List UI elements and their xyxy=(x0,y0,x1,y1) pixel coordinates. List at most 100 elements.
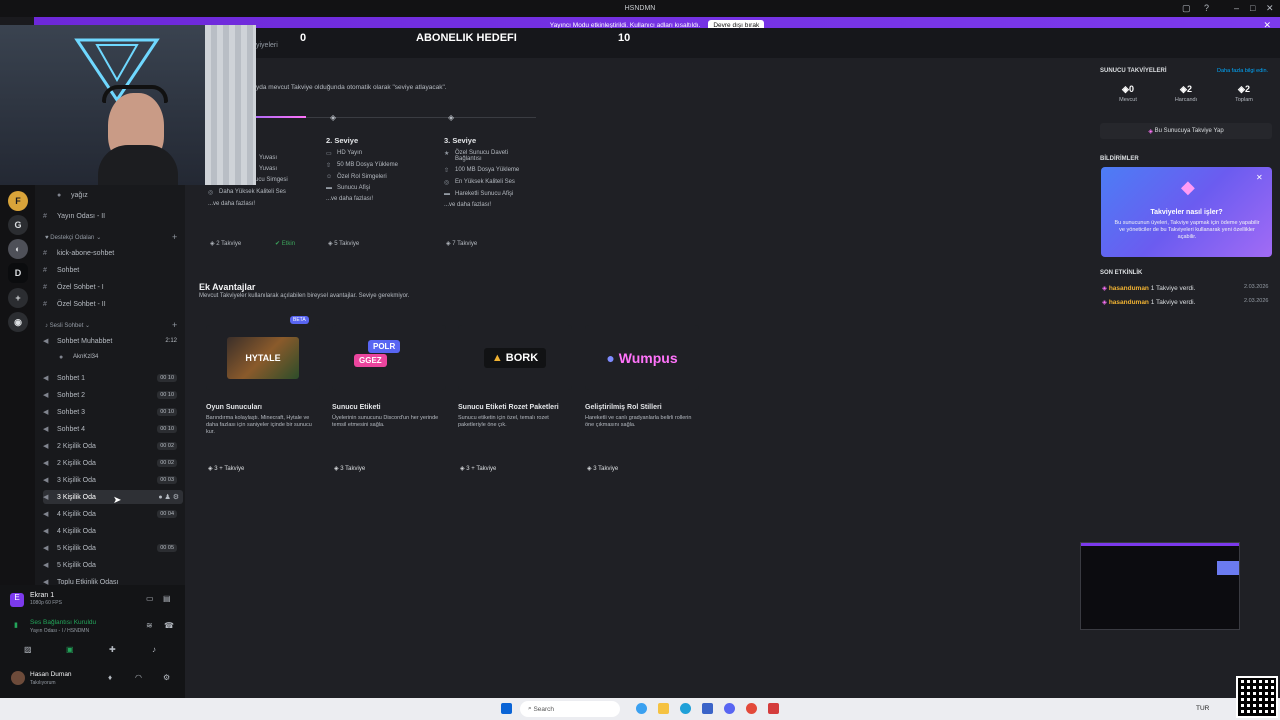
top-user-item[interactable]: ● yağız xyxy=(57,188,197,202)
headset-icon[interactable]: ◠ xyxy=(135,673,142,682)
settings-gear-icon[interactable]: ⚙ xyxy=(163,673,170,682)
tier-item: ▬ Sunucu Afişi xyxy=(326,185,371,191)
wumpus-icon: ● xyxy=(606,349,615,366)
voice-channel[interactable]: ◀ 4 Kişilik Oda 00 04 xyxy=(43,507,183,521)
server-icon-g[interactable]: G xyxy=(8,215,28,235)
hash-icon: # xyxy=(43,283,47,291)
boost-server-button[interactable]: ◈ Bu Sunucuya Takviye Yap xyxy=(1100,123,1272,139)
perk-desc: Barındırma kolaylaştı. Minecraft, Hytale… xyxy=(206,415,312,436)
screen-share-preview[interactable] xyxy=(1080,542,1240,630)
avatar: ● xyxy=(59,353,64,361)
perk-name: Oyun Sunucuları xyxy=(206,404,263,411)
close-icon[interactable]: ✕ xyxy=(1256,173,1263,182)
edge-icon[interactable] xyxy=(680,703,691,714)
voice-channel[interactable]: ◀ Sohbet 2 00 10 xyxy=(43,388,183,402)
close-button[interactable]: ✕ xyxy=(1266,3,1274,14)
boost-gem-icon: ◆ xyxy=(1181,177,1195,197)
discord-icon[interactable] xyxy=(724,703,735,714)
bork-tag-art: ▲ BORK xyxy=(483,347,547,368)
speaker-icon: ◀ xyxy=(43,443,49,450)
channel-actions-icons[interactable]: ● ♟ ⚙ xyxy=(158,493,179,501)
server-icon-active[interactable]: D xyxy=(8,263,28,283)
app-icon[interactable] xyxy=(768,703,779,714)
speaker-icon: ◀ xyxy=(43,409,49,416)
file-explorer-icon[interactable] xyxy=(658,703,669,714)
learn-more-link[interactable]: Daha fazla bilgi edin. xyxy=(1217,68,1268,74)
banner-icon: ▬ xyxy=(326,185,332,191)
add-channel-icon[interactable]: + xyxy=(172,320,177,330)
notif-card-body: Bu sunucunun üyeleri, Takviye yapmak içi… xyxy=(1114,220,1260,241)
server-icon-f[interactable]: F xyxy=(8,191,28,211)
channel-item[interactable]: # Özel Sohbet - I xyxy=(43,280,183,294)
minimize-button[interactable]: – xyxy=(1234,3,1239,13)
channel-item[interactable]: # Yayın Odası - II xyxy=(43,209,183,223)
soundboard-icon[interactable]: ♪ xyxy=(152,645,156,654)
voice-channel[interactable]: ◀ 3 Kişilik Oda 00 03 xyxy=(43,473,183,487)
search-box[interactable]: ⌕ Search xyxy=(520,701,620,717)
voice-status[interactable]: Ses Bağlantısı Kuruldu xyxy=(30,619,96,626)
camera-off-icon[interactable]: ▨ xyxy=(24,645,32,654)
noise-icon[interactable]: ≋ xyxy=(146,621,153,630)
server-icon-avatar[interactable]: ◐ xyxy=(8,239,28,259)
speaker-icon: ◀ xyxy=(43,375,49,382)
channel-item[interactable]: # Özel Sohbet - II xyxy=(43,297,183,311)
monitor-icon[interactable]: ▭ xyxy=(146,594,154,603)
disconnect-icon[interactable]: ☎ xyxy=(164,621,174,630)
channel-item[interactable]: # kick-abone-sohbet xyxy=(43,246,183,260)
maximize-button[interactable]: □ xyxy=(1250,3,1255,13)
tier-2-cost: ◈ 5 Takviye xyxy=(328,241,360,247)
perk-game-servers[interactable]: HYTALE Oyun Sunucuları Barındırma kolayl… xyxy=(206,325,320,473)
share-screen-icon[interactable]: ▣ xyxy=(66,645,74,654)
inbox-icon[interactable]: ▢ xyxy=(1182,3,1191,14)
hash-icon: # xyxy=(43,266,47,274)
start-icon[interactable] xyxy=(501,703,512,714)
stop-share-icon[interactable]: ▤ xyxy=(163,594,171,603)
voice-channel[interactable]: ◀ 5 Kişilik Oda 00 05 xyxy=(43,541,183,555)
speaker-icon: ◀ xyxy=(43,528,49,535)
copilot-icon[interactable] xyxy=(636,703,647,714)
help-icon[interactable]: ? xyxy=(1204,3,1209,13)
category-supporters[interactable]: ♥ Destekçi Odaları ⌄ xyxy=(45,234,101,241)
explore-icon[interactable]: ◉ xyxy=(8,312,28,332)
user-status: Takılıyorum xyxy=(30,680,56,686)
voice-channel[interactable]: ◀ 2 Kişilik Oda 00 02 xyxy=(43,456,183,470)
voice-channel[interactable]: ◀ 2 Kişilik Oda 00 02 xyxy=(43,439,183,453)
category-voice[interactable]: ♪ Sesli Sohbet ⌄ xyxy=(45,322,90,329)
tier-1-status: ✔ Etkin xyxy=(275,241,296,247)
avatar: ● xyxy=(57,191,62,199)
polr-tag-art: POLR xyxy=(368,340,401,353)
perk-server-tag[interactable]: POLR GGEZ Sunucu Etiketi Üyelerinin sunu… xyxy=(332,325,446,473)
voice-channel-main[interactable]: ◀ Sohbet Muhabbet 2:12 xyxy=(43,334,183,348)
chrome-icon[interactable] xyxy=(746,703,757,714)
activities-icon[interactable]: ✚ xyxy=(109,645,116,654)
add-channel-icon[interactable]: + xyxy=(172,232,177,242)
perk-role-styles[interactable]: ● Wumpus Geliştirilmiş Rol Stilleri Hare… xyxy=(585,325,699,473)
add-server-icon[interactable]: + xyxy=(8,288,28,308)
upload-icon: ⇧ xyxy=(444,168,450,174)
perk-badge-packs[interactable]: ▲ BORK Sunucu Etiketi Rozet Paketleri Su… xyxy=(458,325,572,473)
voice-channel[interactable]: ◀ Sohbet 4 00 10 xyxy=(43,422,183,436)
mic-icon[interactable]: ♦ xyxy=(108,673,112,682)
activity-row: ◈ hasanduman 1 Takviye verdi. 2.03.2026 xyxy=(1102,284,1269,292)
voice-channel[interactable]: ◀ 4 Kişilik Oda xyxy=(43,524,183,538)
avatar[interactable] xyxy=(11,671,25,685)
language-indicator[interactable]: TUR xyxy=(1196,705,1209,712)
beta-badge: BETA xyxy=(290,316,309,324)
screen-sub: 1080p 60 FPS xyxy=(30,600,62,606)
perk-image: HYTALE xyxy=(206,325,320,390)
tier-item: ...ve daha fazlası! xyxy=(326,196,374,202)
notification-card[interactable]: ◆ ✕ Takviyeler nasıl işler? Bu sunucunun… xyxy=(1101,167,1272,257)
voice-channel[interactable]: ◀ Sohbet 1 00 10 xyxy=(43,371,183,385)
voice-channel[interactable]: ◀ Sohbet 3 00 10 xyxy=(43,405,183,419)
channel-item[interactable]: # Sohbet xyxy=(43,263,183,277)
ggez-tag-art: GGEZ xyxy=(354,354,387,367)
subscription-goal-bar xyxy=(255,28,1280,58)
voice-member[interactable]: ● AknKzl34 xyxy=(59,350,199,364)
preview-bar xyxy=(1081,543,1239,546)
perk-image: ● Wumpus xyxy=(585,325,699,390)
tier-item: ◎ En Yüksek Kaliteli Ses xyxy=(444,179,515,186)
extra-perks-title: Ek Avantajlar xyxy=(199,282,256,292)
voice-channel[interactable]: ◀ 5 Kişilik Oda xyxy=(43,558,183,572)
level-note: yda mevcut Takviye olduğunda otomatik ol… xyxy=(256,84,447,91)
store-icon[interactable] xyxy=(702,703,713,714)
